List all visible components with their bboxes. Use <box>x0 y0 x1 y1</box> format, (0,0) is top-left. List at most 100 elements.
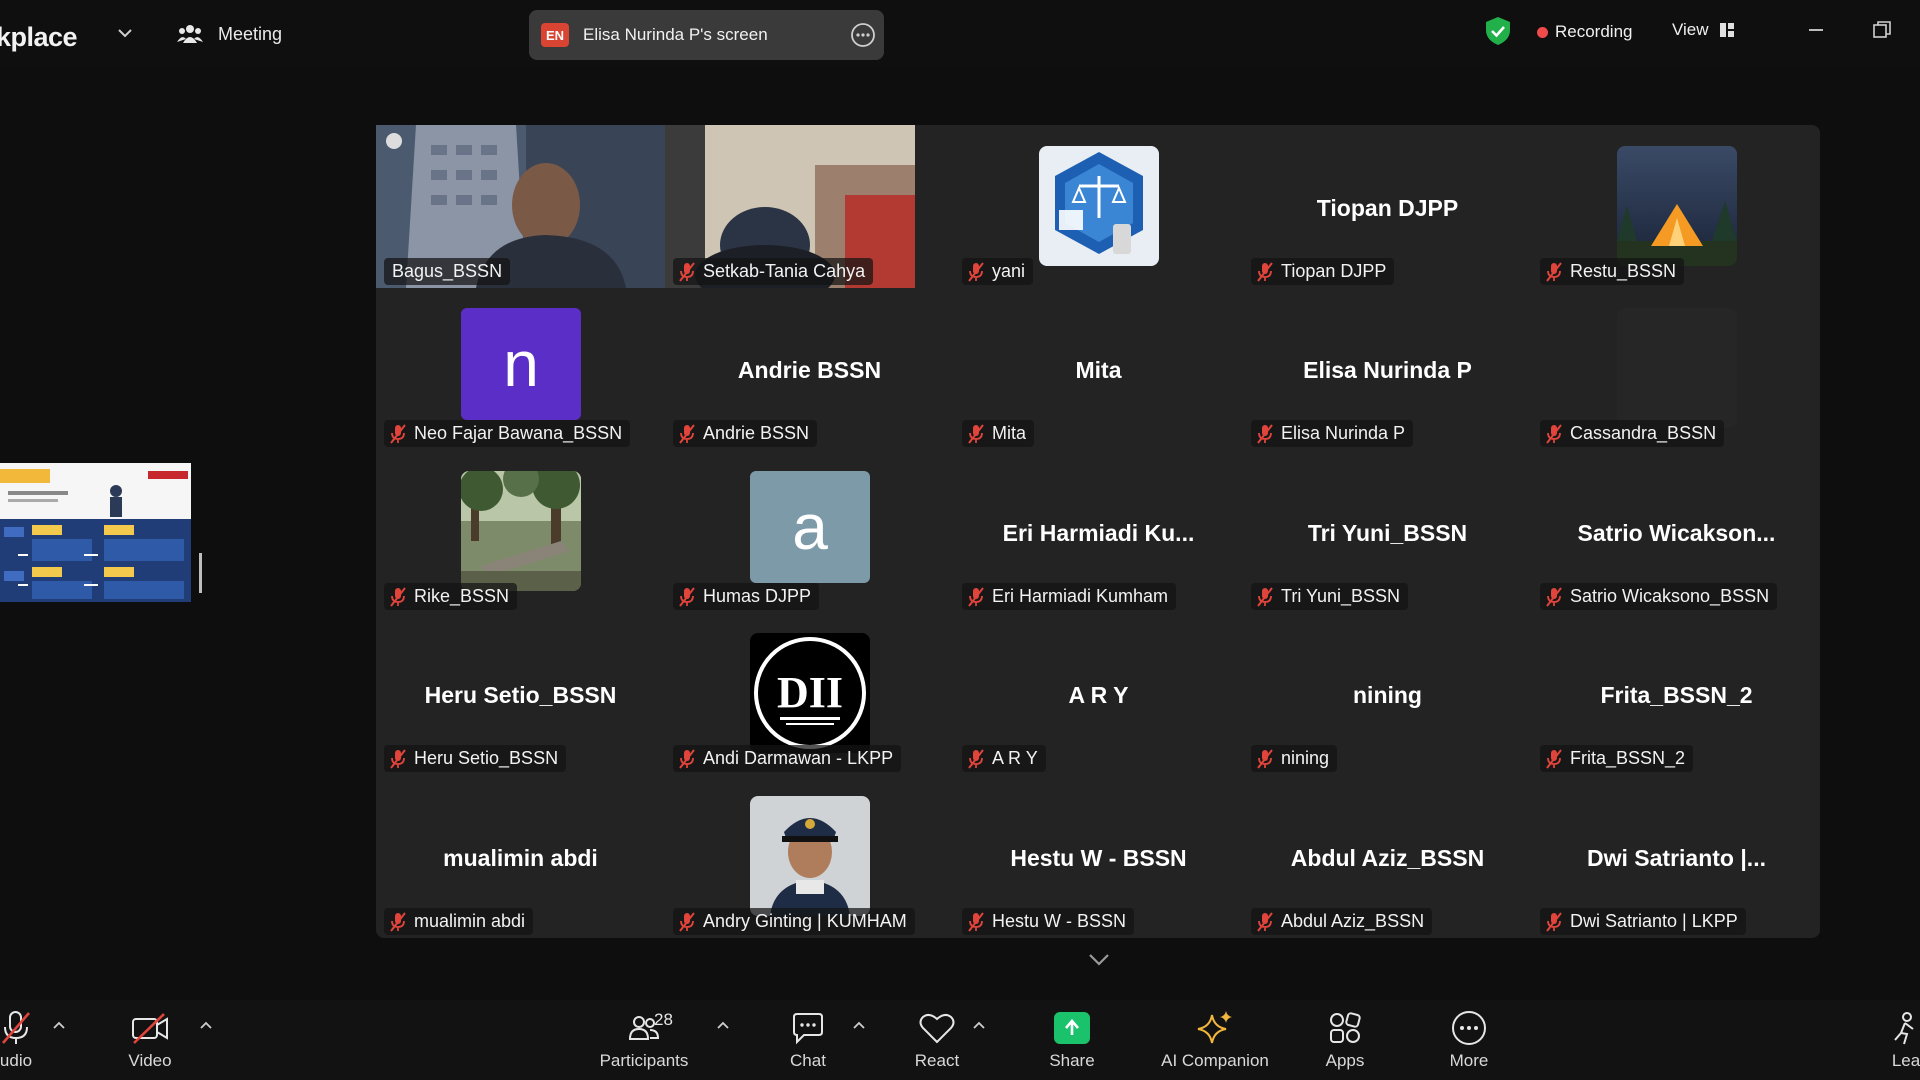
panel-resize-handle[interactable] <box>199 553 202 593</box>
participant-tile[interactable]: A R Y A R Y <box>954 612 1243 775</box>
participant-picture <box>461 471 581 591</box>
chat-options-caret-icon[interactable] <box>852 1020 866 1030</box>
video-button[interactable]: Video <box>126 1000 174 1080</box>
participant-name-label: Rike_BSSN <box>384 583 518 610</box>
participant-tile[interactable]: Cassandra_BSSN <box>1532 287 1821 450</box>
encryption-shield-icon[interactable] <box>1484 16 1512 46</box>
participant-picture <box>1617 146 1737 266</box>
more-dots-icon <box>1452 1011 1486 1045</box>
participant-tile[interactable]: Frita_BSSN_2 Frita_BSSN_2 <box>1532 612 1821 775</box>
participants-icon <box>177 25 203 43</box>
participant-tile[interactable]: Abdul Aziz_BSSN Abdul Aziz_BSSN <box>1243 775 1532 938</box>
participant-tile[interactable]: mualimin abdi mualimin abdi <box>376 775 665 938</box>
audio-button[interactable]: udio <box>0 1000 36 1080</box>
participant-display-name: Mita <box>1075 357 1122 383</box>
view-button[interactable]: View <box>1672 20 1735 40</box>
participant-tile[interactable]: Restu_BSSN <box>1532 125 1821 288</box>
video-label: Video <box>128 1051 172 1070</box>
recording-indicator[interactable]: Recording <box>1537 22 1633 42</box>
participant-display-name: Andrie BSSN <box>737 357 882 383</box>
react-options-caret-icon[interactable] <box>972 1020 986 1030</box>
chat-button[interactable]: Chat <box>786 1000 830 1080</box>
microphone-muted-icon <box>390 423 406 444</box>
participant-name: Andry Ginting | KUMHAM <box>703 911 907 931</box>
participant-tile[interactable]: Setkab-Tania Cahya <box>665 125 954 288</box>
participant-tile[interactable]: yani <box>954 125 1243 288</box>
participant-tile[interactable]: Andrie BSSN Andrie BSSN <box>665 287 954 450</box>
participant-name: mualimin abdi <box>414 911 526 931</box>
participant-name-label: mualimin abdi <box>384 908 534 935</box>
participant-tile[interactable]: Eri Harmiadi Ku... Eri Harmiadi Kumham <box>954 450 1243 613</box>
scroll-down-chevron-icon[interactable] <box>1086 950 1112 970</box>
participant-tile[interactable]: Mita Mita <box>954 287 1243 450</box>
participant-name: nining <box>1281 748 1330 768</box>
microphone-muted-icon <box>679 586 695 607</box>
recording-label: Recording <box>1555 22 1633 41</box>
top-bar: kplace Meeting EN Elisa Nurinda P's scre… <box>0 0 1920 68</box>
chevron-down-icon[interactable] <box>114 22 136 44</box>
microphone-muted-icon <box>968 261 984 282</box>
meeting-info-button[interactable]: Meeting <box>176 18 282 50</box>
participant-display-name: Hestu W - BSSN <box>1010 845 1187 871</box>
participant-display-name: Tiopan DJPP <box>1316 195 1459 221</box>
participant-tile[interactable]: Bagus_BSSN <box>376 125 665 288</box>
microphone-muted-icon <box>1546 911 1562 932</box>
participant-name: Restu_BSSN <box>1570 261 1677 281</box>
participant-name-label: A R Y <box>962 745 1046 772</box>
participant-tile[interactable]: n Neo Fajar Bawana_BSSN <box>376 287 665 450</box>
participant-tile[interactable]: Tiopan DJPP Tiopan DJPP <box>1243 125 1532 288</box>
participant-display-name: A R Y <box>1068 682 1129 708</box>
participant-tile[interactable]: Satrio Wicakson... Satrio Wicaksono_BSSN <box>1532 450 1821 613</box>
screen-share-indicator[interactable]: EN Elisa Nurinda P's screen <box>529 10 884 60</box>
restore-window-icon[interactable] <box>1870 18 1894 42</box>
participant-tile[interactable]: Andry Ginting | KUMHAM <box>665 775 954 938</box>
participant-name-label: yani <box>962 258 1034 285</box>
microphone-muted-icon <box>1257 911 1273 932</box>
share-label: Share <box>1049 1051 1095 1070</box>
microphone-muted-icon <box>968 748 984 769</box>
participant-tile[interactable]: Elisa Nurinda P Elisa Nurinda P <box>1243 287 1532 450</box>
participant-name: Tri Yuni_BSSN <box>1281 586 1401 606</box>
participant-name: A R Y <box>992 748 1038 768</box>
participant-name-label: Cassandra_BSSN <box>1540 420 1725 447</box>
more-options-icon[interactable] <box>850 22 876 48</box>
participant-name-label: Neo Fajar Bawana_BSSN <box>384 420 631 447</box>
heart-icon <box>919 1013 955 1044</box>
participant-name-label: nining <box>1251 745 1338 772</box>
participant-tile[interactable]: Heru Setio_BSSN Heru Setio_BSSN <box>376 612 665 775</box>
participant-tile[interactable]: Dwi Satrianto |... Dwi Satrianto | LKPP <box>1532 775 1821 938</box>
participant-name: Humas DJPP <box>703 586 812 606</box>
ai-companion-button[interactable]: AI Companion <box>1155 1000 1275 1080</box>
participant-tile[interactable]: Tri Yuni_BSSN Tri Yuni_BSSN <box>1243 450 1532 613</box>
participant-tile[interactable]: nining nining <box>1243 612 1532 775</box>
leave-button[interactable]: Lea <box>1888 1000 1920 1080</box>
audio-options-caret-icon[interactable] <box>52 1020 66 1030</box>
react-button[interactable]: React <box>912 1000 962 1080</box>
participant-name: Rike_BSSN <box>414 586 510 606</box>
participants-button[interactable]: 28 Participants <box>596 1000 692 1080</box>
participant-display-name: mualimin abdi <box>443 845 598 871</box>
participant-display-name: Elisa Nurinda P <box>1303 357 1472 383</box>
minimize-icon[interactable] <box>1804 18 1828 42</box>
participant-display-name: nining <box>1353 682 1422 708</box>
participant-tile[interactable]: Rike_BSSN <box>376 450 665 613</box>
video-options-caret-icon[interactable] <box>199 1020 213 1030</box>
more-button[interactable]: More <box>1444 1000 1494 1080</box>
participant-display-name: Satrio Wicakson... <box>1577 520 1776 546</box>
microphone-muted-icon <box>1257 261 1273 282</box>
microphone-muted-icon <box>679 261 695 282</box>
participant-tile[interactable]: a Humas DJPP <box>665 450 954 613</box>
shared-screen-thumbnail[interactable] <box>0 463 191 602</box>
participant-tile[interactable]: DII Andi Darmawan - LKPP <box>665 612 954 775</box>
participant-name: Neo Fajar Bawana_BSSN <box>414 423 623 443</box>
recording-dot-icon <box>1537 26 1548 38</box>
view-label: View <box>1672 20 1709 39</box>
microphone-muted-icon <box>968 911 984 932</box>
participant-picture: DII <box>750 633 870 753</box>
participant-name-label: Humas DJPP <box>673 583 820 610</box>
participants-options-caret-icon[interactable] <box>716 1020 730 1030</box>
participant-tile[interactable]: Hestu W - BSSN Hestu W - BSSN <box>954 775 1243 938</box>
apps-button[interactable]: Apps <box>1320 1000 1370 1080</box>
share-button[interactable]: Share <box>1047 1000 1097 1080</box>
microphone-muted-icon <box>2 1011 30 1044</box>
